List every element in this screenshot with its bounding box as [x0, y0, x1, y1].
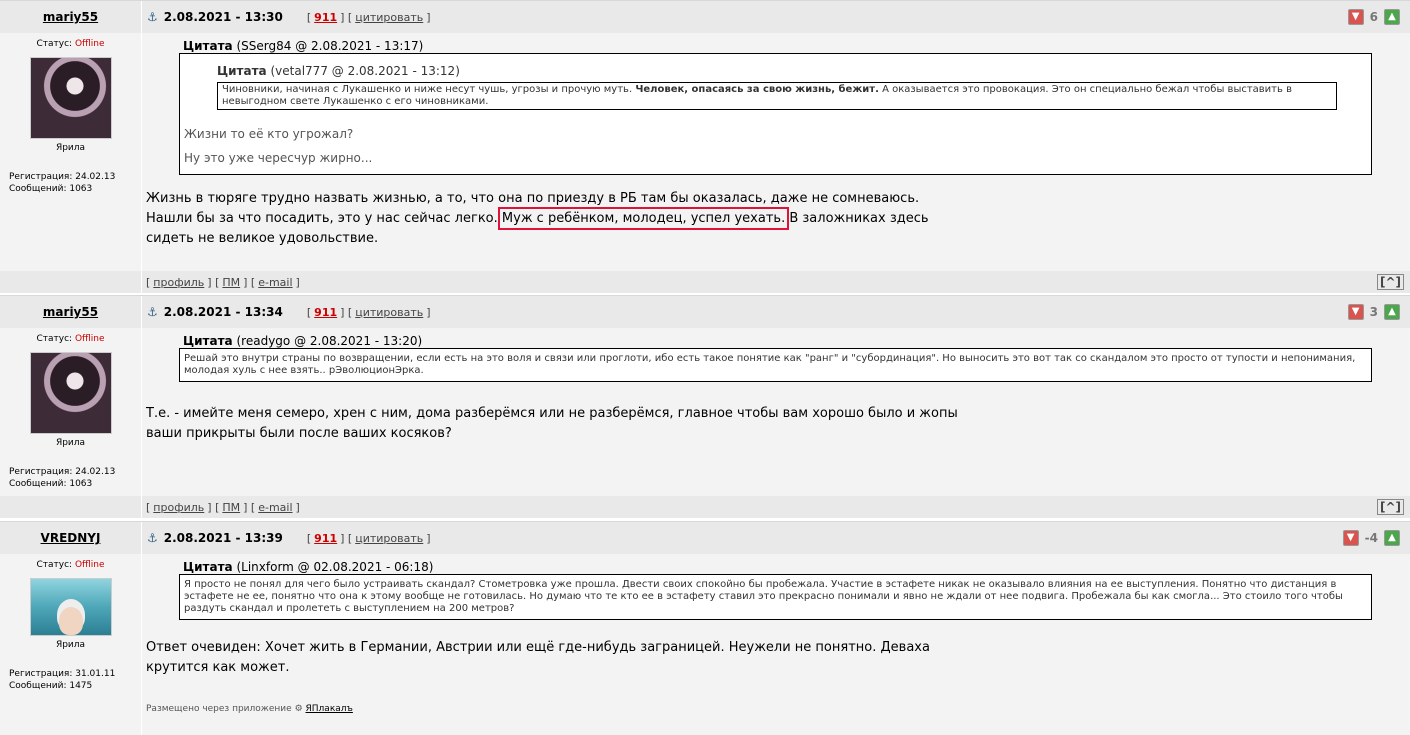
post-body: Цитата (readygo @ 2.08.2021 - 13:20) Реш…: [142, 328, 1410, 496]
avatar-title: Ярила: [55, 143, 86, 153]
username-link[interactable]: VREDNYJ: [41, 531, 101, 545]
thumb-up-icon[interactable]: ▲: [1384, 9, 1400, 25]
post-number-link[interactable]: 911: [314, 532, 337, 545]
user-status: Статус: Offline: [36, 560, 105, 570]
user-info: Статус: Offline Ярила Регистрация: 24.02…: [0, 328, 142, 496]
profile-link[interactable]: профиль: [153, 276, 204, 289]
user-cell: mariy55: [0, 296, 142, 328]
anchor-icon[interactable]: ⚓: [147, 305, 158, 319]
quote-box: Цитата (vetal777 @ 2.08.2021 - 13:12) Чи…: [179, 53, 1372, 175]
scroll-top-button[interactable]: [^]: [1376, 274, 1404, 290]
scroll-top-button[interactable]: [^]: [1376, 499, 1404, 515]
username-link[interactable]: mariy55: [43, 305, 98, 319]
username-link[interactable]: mariy55: [43, 10, 98, 24]
post-header: ⚓ 2.08.2021 - 13:39 [911] [цитировать] ▼…: [142, 522, 1410, 554]
anchor-icon[interactable]: ⚓: [147, 10, 158, 24]
post-number-link[interactable]: 911: [314, 306, 337, 319]
quote-box: Я просто не понял для чего было устраива…: [179, 574, 1372, 620]
post-text: Ответ очевиден: Хочет жить в Германии, А…: [146, 640, 930, 675]
post-header: ⚓ 2.08.2021 - 13:30 [911] [цитировать] ▼…: [142, 1, 1410, 33]
posted-via: Размещено через приложение ⚙ ЯПлакалъ: [146, 704, 353, 714]
highlighted-text: Муж с ребёнком, молодец, успел уехать.: [497, 207, 790, 230]
score: 3: [1369, 305, 1378, 319]
quote-button[interactable]: цитировать: [355, 11, 423, 24]
email-link[interactable]: e-mail: [258, 276, 292, 289]
anchor-icon[interactable]: ⚓: [147, 531, 158, 545]
post-body: Цитата (SSerg84 @ 2.08.2021 - 13:17) Цит…: [142, 33, 1410, 271]
rating: ▼ 6 ▲: [1347, 9, 1400, 25]
post-body: Цитата (Linxform @ 02.08.2021 - 06:18) Я…: [142, 554, 1410, 735]
rating: ▼ 3 ▲: [1347, 304, 1400, 320]
quote-title: Цитата (SSerg84 @ 2.08.2021 - 13:17): [183, 39, 424, 53]
quote-title: Цитата (Linxform @ 02.08.2021 - 06:18): [183, 560, 434, 574]
post-text: Т.е. - имейте меня семеро, хрен с ним, д…: [146, 406, 958, 441]
user-cell: mariy55: [0, 1, 142, 33]
avatar-title: Ярила: [55, 438, 86, 448]
quote-reply-line: Ну это уже чересчур жирно...: [184, 151, 373, 165]
quote-button[interactable]: цитировать: [355, 532, 423, 545]
post-text: Жизнь в тюряге трудно назвать жизнью, а …: [146, 191, 929, 246]
score: 6: [1369, 10, 1378, 24]
post-number-link[interactable]: 911: [314, 11, 337, 24]
android-icon: ⚙: [294, 704, 303, 714]
post: mariy55 ⚓ 2.08.2021 - 13:30 [911] [цитир…: [0, 0, 1410, 295]
thumb-down-icon[interactable]: ▼: [1347, 9, 1364, 25]
pm-link[interactable]: ПМ: [222, 501, 240, 514]
thumb-up-icon[interactable]: ▲: [1384, 530, 1400, 546]
quote-title: Цитата (readygo @ 2.08.2021 - 13:20): [183, 334, 423, 348]
user-info: Статус: Offline Ярила Регистрация: 31.01…: [0, 554, 142, 735]
post-date: 2.08.2021 - 13:30: [163, 10, 283, 24]
user-cell: VREDNYJ: [0, 522, 142, 554]
rating: ▼ -4 ▲: [1342, 530, 1400, 546]
avatar-title: Ярила: [55, 640, 86, 650]
avatar[interactable]: [29, 57, 112, 139]
user-stats: Регистрация: 24.02.13 Сообщений: 1063: [9, 467, 116, 489]
quote-box: Решай это внутри страны по возвращении, …: [179, 348, 1372, 382]
pm-link[interactable]: ПМ: [222, 276, 240, 289]
user-info: Статус: Offline Ярила Регистрация: 24.02…: [0, 33, 142, 271]
email-link[interactable]: e-mail: [258, 501, 292, 514]
user-stats: Регистрация: 24.02.13 Сообщений: 1063: [9, 172, 116, 194]
post-date: 2.08.2021 - 13:34: [163, 305, 283, 319]
quote-reply-line: Жизни то её кто угрожал?: [184, 127, 354, 141]
user-status: Статус: Offline: [36, 39, 105, 49]
app-link[interactable]: ЯПлакалъ: [306, 704, 353, 714]
thumb-down-icon[interactable]: ▼: [1347, 304, 1364, 320]
score: -4: [1364, 531, 1378, 545]
user-stats: Регистрация: 31.01.11 Сообщений: 1475: [9, 669, 116, 691]
avatar[interactable]: [29, 352, 112, 434]
quote-button[interactable]: цитировать: [355, 306, 423, 319]
nested-quote-box: Чиновники, начиная с Лукашенко и ниже не…: [217, 82, 1337, 110]
post-footer: [профиль] [ПМ] [e-mail] [^]: [142, 271, 1410, 293]
post: VREDNYJ ⚓ 2.08.2021 - 13:39 [911] [цитир…: [0, 521, 1410, 735]
avatar[interactable]: [29, 578, 112, 636]
profile-link[interactable]: профиль: [153, 501, 204, 514]
nested-quote-title: Цитата (vetal777 @ 2.08.2021 - 13:12): [217, 64, 460, 78]
post-date: 2.08.2021 - 13:39: [163, 531, 283, 545]
thumb-up-icon[interactable]: ▲: [1384, 304, 1400, 320]
thumb-down-icon[interactable]: ▼: [1342, 530, 1359, 546]
user-status: Статус: Offline: [36, 334, 105, 344]
post-header: ⚓ 2.08.2021 - 13:34 [911] [цитировать] ▼…: [142, 296, 1410, 328]
post: mariy55 ⚓ 2.08.2021 - 13:34 [911] [цитир…: [0, 295, 1410, 521]
post-footer: [профиль] [ПМ] [e-mail] [^]: [142, 496, 1410, 518]
